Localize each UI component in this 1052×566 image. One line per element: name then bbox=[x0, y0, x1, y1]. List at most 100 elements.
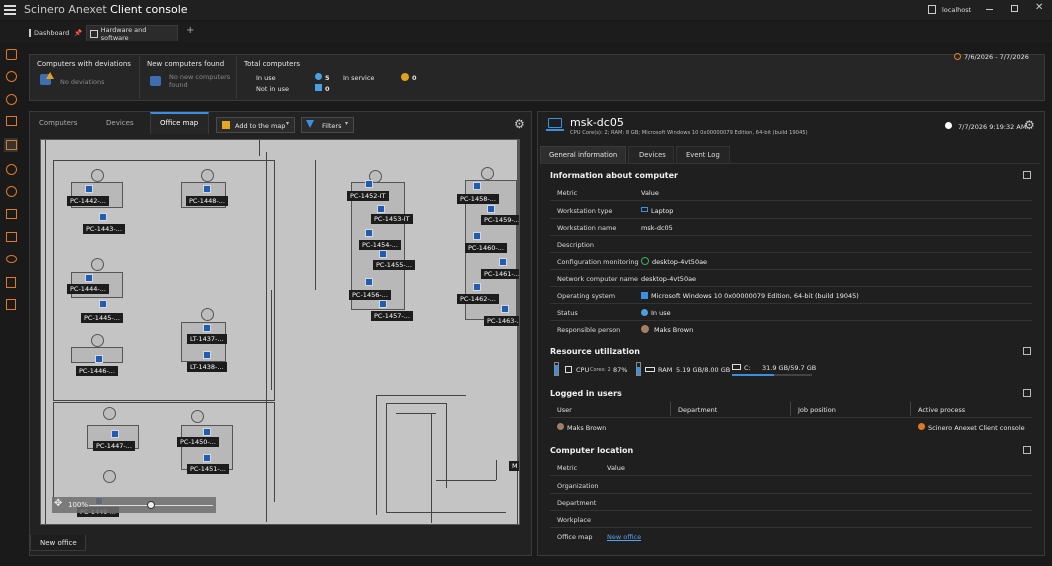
nav-view-icon[interactable] bbox=[4, 252, 18, 266]
nav-events-icon[interactable] bbox=[4, 92, 18, 106]
nav-devices-icon[interactable] bbox=[4, 275, 18, 289]
divider bbox=[550, 475, 1032, 476]
copy-info-icon[interactable] bbox=[1023, 171, 1031, 179]
pc-label[interactable]: PC-1448-... bbox=[186, 196, 228, 206]
cpu-percent: 87% bbox=[613, 366, 628, 374]
copy-location-icon[interactable] bbox=[1023, 446, 1031, 454]
add-dropdown-icon[interactable]: ▾ bbox=[286, 120, 289, 127]
info-value: Microsoft Windows 10 0x00000079 Edition,… bbox=[651, 292, 859, 300]
pc-label[interactable]: PC-1457-... bbox=[371, 311, 413, 321]
tab-devices[interactable]: Devices bbox=[106, 119, 134, 127]
pc-label[interactable]: PC-1462-... bbox=[457, 294, 499, 304]
pc-label[interactable]: M bbox=[509, 461, 519, 471]
pc-marker-icon bbox=[377, 205, 385, 213]
location-key: Department bbox=[557, 499, 597, 507]
pin-icon[interactable]: 📌 bbox=[74, 29, 82, 37]
cpu-cores: Cores: 2 bbox=[590, 367, 611, 373]
office-map-link[interactable]: New office bbox=[607, 533, 641, 541]
in-service-count: 0 bbox=[412, 74, 417, 82]
pc-marker-icon bbox=[365, 278, 373, 286]
tab-computers[interactable]: Computers bbox=[39, 119, 77, 127]
pc-label[interactable]: LT-1438-... bbox=[187, 362, 227, 372]
nav-terminal-icon[interactable] bbox=[4, 297, 18, 311]
pc-label[interactable]: PC-1446-... bbox=[76, 366, 118, 376]
map-wall bbox=[386, 403, 387, 513]
pc-label[interactable]: LT-1437-... bbox=[187, 334, 227, 344]
pc-label[interactable]: PC-1460-... bbox=[465, 243, 507, 253]
disk-usage-bar bbox=[732, 374, 812, 376]
calendar-icon bbox=[954, 53, 961, 60]
nav-hardware-icon[interactable] bbox=[4, 138, 18, 152]
info-value: desktop-4vt50ae bbox=[652, 258, 708, 266]
tab-hardware-software[interactable]: Hardware and software bbox=[86, 25, 178, 42]
minimize-icon[interactable] bbox=[986, 9, 993, 10]
office-map-canvas[interactable]: PC-1442-... PC-1443-... PC-1448-... PC-1… bbox=[40, 139, 520, 525]
nav-home-icon[interactable] bbox=[4, 47, 18, 61]
ram-label: RAM bbox=[658, 366, 673, 374]
pc-marker-icon bbox=[473, 283, 481, 291]
map-wall bbox=[396, 413, 436, 414]
pc-label[interactable]: PC-1456-... bbox=[349, 290, 391, 300]
cpu-icon bbox=[565, 366, 572, 373]
nav-users-icon[interactable] bbox=[4, 230, 18, 244]
pc-label[interactable]: PC-1463-... bbox=[484, 316, 519, 326]
location-col-value: Value bbox=[607, 464, 625, 472]
pc-label[interactable]: PC-1451-... bbox=[187, 464, 229, 474]
close-icon[interactable]: ✕ bbox=[1035, 2, 1043, 13]
pc-label[interactable]: PC-1452-IT bbox=[347, 191, 389, 201]
pc-label[interactable]: PC-1458-... bbox=[457, 194, 499, 204]
info-col-value: Value bbox=[641, 189, 659, 197]
info-key: Description bbox=[557, 241, 595, 249]
location-key: Organization bbox=[557, 482, 599, 490]
detail-settings-icon[interactable]: ⚙ bbox=[1024, 118, 1035, 132]
filters-dropdown-icon[interactable]: ▾ bbox=[345, 120, 348, 127]
resources-title: Resource utilization bbox=[550, 347, 640, 356]
nav-reports-icon[interactable] bbox=[4, 114, 18, 128]
nav-history-icon[interactable] bbox=[4, 162, 18, 176]
pc-label[interactable]: PC-1443-... bbox=[83, 224, 125, 234]
new-computer-icon bbox=[150, 76, 161, 86]
cpu-meter bbox=[554, 362, 559, 376]
pc-label[interactable]: PC-1442-... bbox=[67, 196, 109, 206]
map-wall bbox=[266, 152, 267, 522]
copy-resources-icon[interactable] bbox=[1023, 347, 1031, 355]
divider bbox=[550, 200, 1032, 201]
map-wall bbox=[259, 140, 260, 156]
map-settings-icon[interactable]: ⚙ bbox=[514, 117, 525, 131]
location-key: Office map bbox=[557, 533, 593, 541]
nav-security-icon[interactable] bbox=[4, 184, 18, 198]
pc-label[interactable]: PC-1450-... bbox=[177, 437, 219, 447]
info-key: Responsible person bbox=[557, 326, 621, 334]
pc-label[interactable]: PC-1461-... bbox=[481, 269, 519, 279]
tab-dashboard[interactable]: Dashboard 📌 bbox=[26, 25, 84, 41]
deviations-title: Computers with deviations bbox=[37, 60, 131, 68]
move-icon[interactable]: ✥ bbox=[54, 498, 62, 509]
hamburger-menu-icon[interactable] bbox=[4, 4, 16, 15]
tab-bar: Dashboard 📌 Hardware and software + bbox=[0, 22, 1052, 42]
not-in-use-label: Not in use bbox=[256, 85, 289, 93]
monitoring-icon bbox=[641, 257, 649, 265]
pc-label[interactable]: PC-1455-... bbox=[373, 260, 415, 270]
pc-marker-icon bbox=[365, 229, 373, 237]
pc-label[interactable]: PC-1447-... bbox=[93, 441, 135, 451]
date-range[interactable]: 7/6/2026 - 7/7/2026 bbox=[964, 53, 1029, 61]
pc-label[interactable]: PC-1453-IT bbox=[371, 214, 413, 224]
location-key: Workplace bbox=[557, 516, 591, 524]
nav-network-icon[interactable] bbox=[4, 207, 18, 221]
zoom-handle[interactable] bbox=[147, 501, 155, 509]
info-section-title: Information about computer bbox=[550, 171, 678, 180]
chair bbox=[91, 169, 104, 182]
pc-marker-icon bbox=[379, 250, 387, 258]
chair bbox=[201, 308, 214, 321]
new-tab-button[interactable]: + bbox=[186, 25, 194, 36]
copy-logged-icon[interactable] bbox=[1023, 389, 1031, 397]
divider bbox=[550, 303, 1032, 304]
in-use-icon bbox=[315, 73, 322, 80]
maximize-icon[interactable] bbox=[1011, 5, 1018, 12]
pc-label[interactable]: PC-1444-... bbox=[67, 284, 109, 294]
chair bbox=[91, 258, 104, 271]
pc-label[interactable]: PC-1454-... bbox=[359, 240, 401, 250]
pc-label[interactable]: PC-1445-... bbox=[81, 313, 123, 323]
nav-alerts-icon[interactable] bbox=[4, 69, 18, 83]
pc-label[interactable]: PC-1459-... bbox=[481, 215, 519, 225]
